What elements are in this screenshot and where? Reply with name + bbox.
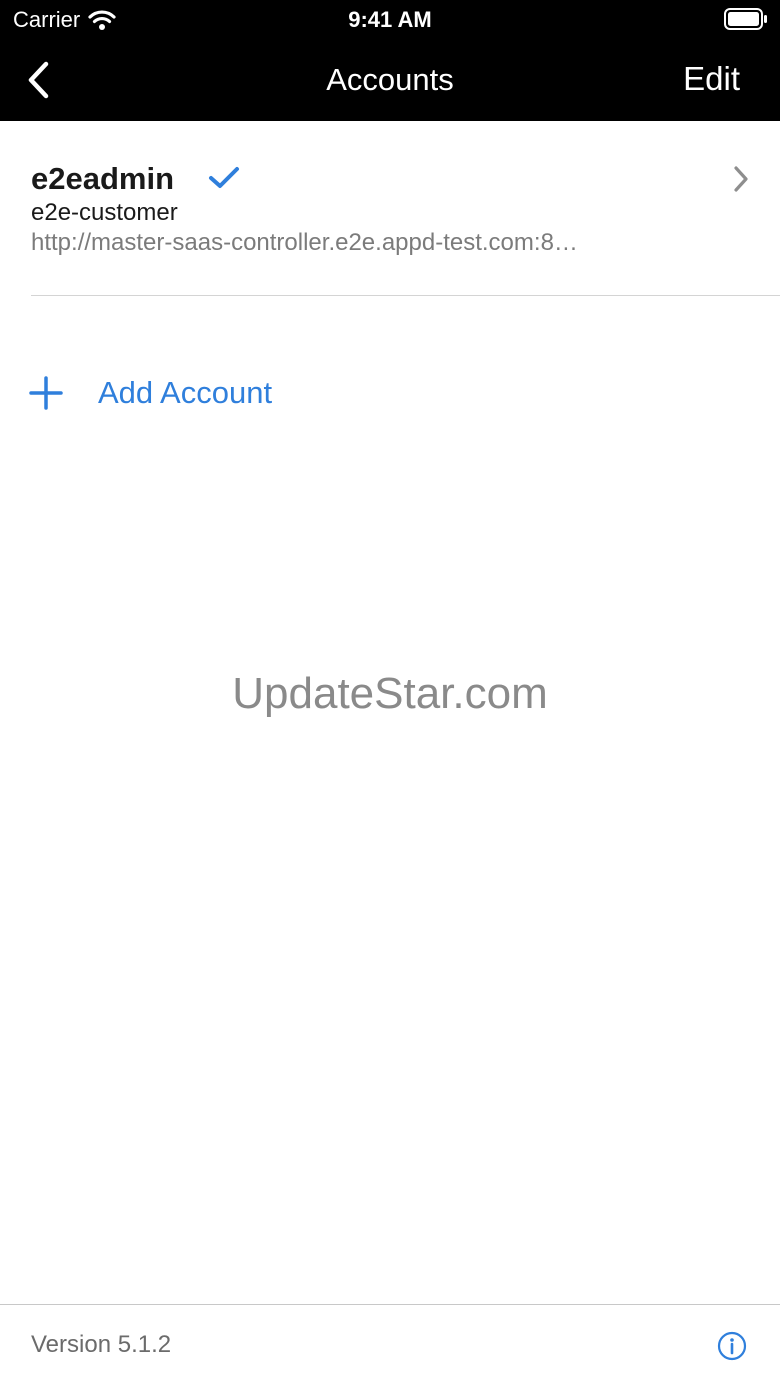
footer-divider	[0, 1304, 780, 1305]
account-name: e2eadmin	[31, 161, 175, 196]
version-label: Version 5.1.2	[31, 1331, 172, 1358]
chevron-right-icon	[734, 166, 748, 192]
account-url: http://master-saas-controller.e2e.appd-t…	[31, 229, 578, 256]
status-time: 9:41 AM	[348, 7, 432, 32]
add-account-label: Add Account	[98, 375, 273, 410]
status-bar: Carrier 9:41 AM	[0, 0, 780, 40]
checkmark-icon	[209, 167, 239, 188]
account-customer: e2e-customer	[31, 199, 178, 226]
info-icon[interactable]	[717, 1331, 747, 1361]
plus-icon	[29, 376, 63, 410]
add-account-button[interactable]: Add Account	[28, 365, 272, 421]
account-row[interactable]: e2eadmin e2e-customer http://master-saas…	[0, 121, 780, 296]
edit-button[interactable]: Edit	[683, 60, 740, 98]
battery-full-icon	[724, 8, 767, 30]
navigation-bar: Accounts Edit	[0, 40, 780, 121]
watermark: UpdateStar.com	[232, 669, 548, 718]
page-title: Accounts	[326, 62, 454, 97]
row-divider	[31, 295, 780, 296]
